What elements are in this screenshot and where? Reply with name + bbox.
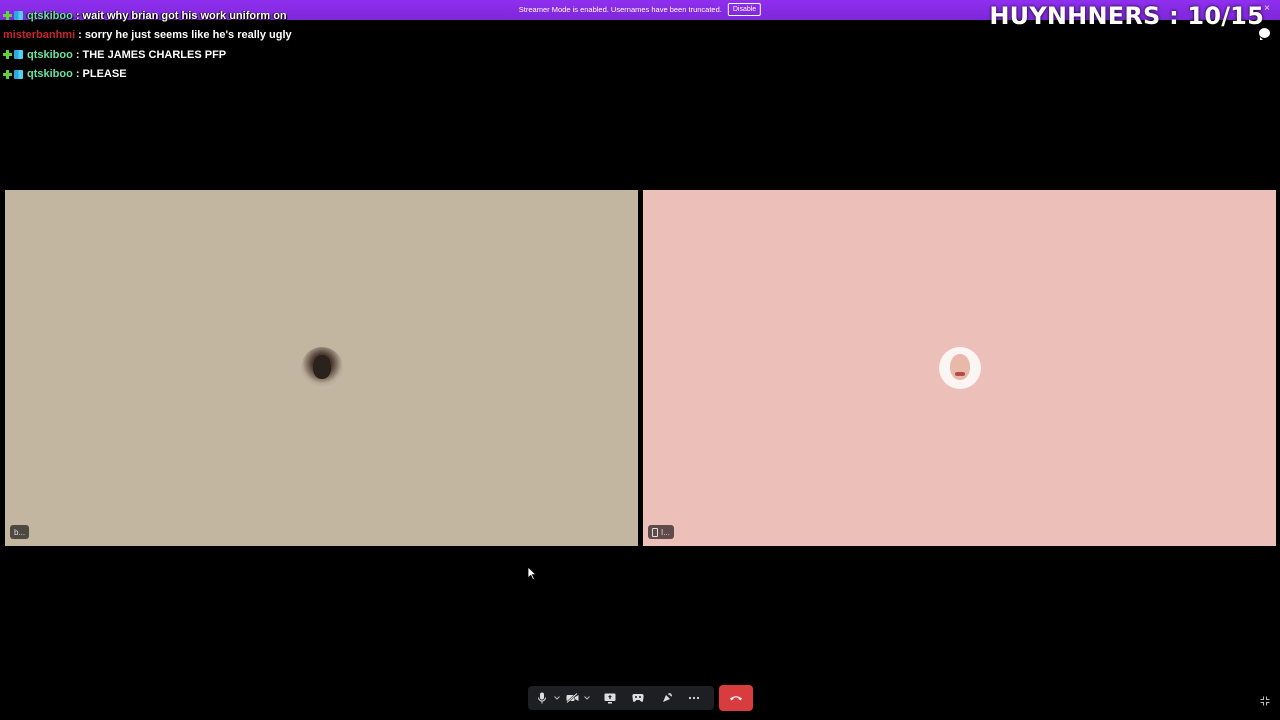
chat-text: THE JAMES CHARLES PFP: [82, 48, 227, 61]
video-tile-participant-1[interactable]: b...: [5, 190, 638, 546]
participant-name: I...: [661, 527, 670, 537]
chat-username: qtskiboo: [27, 48, 73, 61]
banner-text: Streamer Mode is enabled. Usernames have…: [518, 5, 722, 14]
participant-name: b...: [14, 527, 26, 537]
avatar: [300, 347, 343, 389]
chat-message: misterbanhmi : sorry he just seems like …: [3, 26, 292, 46]
chat-message: qtskiboo : THE JAMES CHARLES PFP: [3, 45, 292, 65]
chat-message: qtskiboo : wait why brian got his work u…: [3, 6, 292, 26]
soundboard-icon[interactable]: [656, 688, 676, 708]
mouse-cursor-icon: [527, 566, 537, 581]
chat-username: qtskiboo: [27, 9, 73, 22]
mobile-phone-icon: [652, 527, 658, 537]
camera-off-icon[interactable]: [562, 688, 582, 708]
disconnect-button[interactable]: [719, 685, 753, 711]
video-tile-participant-2[interactable]: I...: [643, 190, 1276, 546]
screen-share-icon[interactable]: [600, 688, 620, 708]
exit-fullscreen-icon[interactable]: [1260, 696, 1270, 706]
chevron-down-icon[interactable]: [552, 688, 562, 708]
chat-separator: :: [75, 48, 80, 61]
microphone-icon[interactable]: [532, 688, 552, 708]
chat-text: sorry he just seems like he's really ugl…: [84, 29, 292, 42]
chat-message: qtskiboo : PLEASE: [3, 65, 292, 85]
plus-badge-icon: [3, 11, 12, 21]
grid-badge-icon: [14, 50, 23, 60]
chat-badges: [3, 11, 23, 21]
chat-username: qtskiboo: [27, 68, 73, 81]
disable-streamer-mode-button[interactable]: Disable: [727, 3, 762, 16]
chat-text: PLEASE: [82, 68, 127, 81]
chat-badges: [3, 69, 23, 79]
avatar: [938, 347, 981, 389]
participant-name-tag: I...: [648, 525, 674, 539]
banner-content: Streamer Mode is enabled. Usernames have…: [518, 3, 762, 16]
plus-badge-icon: [3, 50, 12, 60]
chevron-down-icon[interactable]: [582, 688, 592, 708]
chat-separator: :: [75, 9, 80, 22]
hang-up-icon: [730, 696, 742, 701]
banner-close-icon[interactable]: ×: [1264, 3, 1270, 14]
participant-name-tag: b...: [10, 525, 30, 539]
activity-icon[interactable]: [628, 688, 648, 708]
chat-overlay: qtskiboo : wait why brian got his work u…: [3, 6, 292, 84]
chat-username: misterbanhmi: [3, 29, 76, 42]
grid-badge-icon: [14, 69, 23, 79]
chat-separator: :: [78, 29, 82, 42]
more-icon[interactable]: [684, 688, 704, 708]
chat-separator: :: [75, 68, 80, 81]
call-controls-toolbar: [528, 686, 714, 710]
plus-badge-icon: [3, 69, 12, 79]
score-overlay: HUYNHNERS : 10/15: [989, 2, 1264, 30]
grid-badge-icon: [14, 11, 23, 21]
chat-bubble-icon[interactable]: [1259, 28, 1270, 40]
chat-badges: [3, 50, 23, 60]
chat-text: wait why brian got his work uniform on: [82, 9, 287, 22]
